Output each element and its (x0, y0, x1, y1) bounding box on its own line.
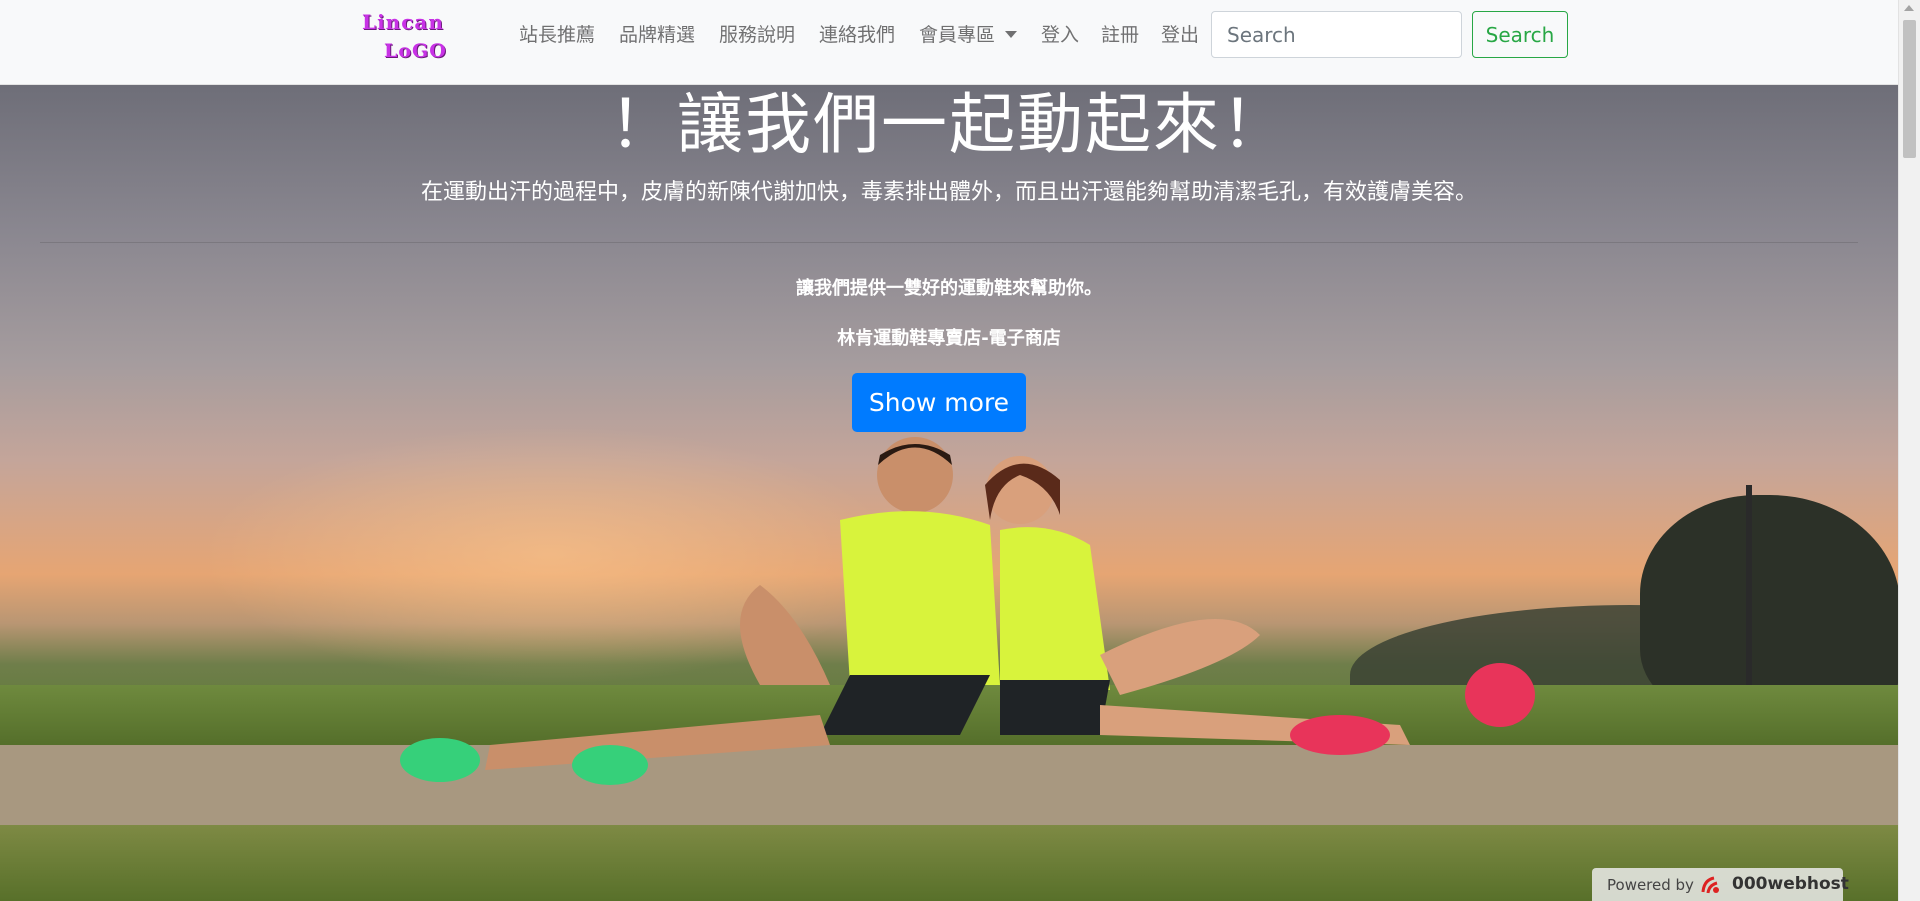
brand-logo-line1: Lincan (362, 10, 444, 34)
nav-item-login[interactable]: 登入 (1041, 22, 1079, 48)
search-button[interactable]: Search (1472, 11, 1568, 58)
hero-lead: 在運動出汗的過程中，皮膚的新陳代謝加快，毒素排出體外，而且出汗還能夠幫助清潔毛孔… (420, 180, 1477, 205)
brand-logo-line2: LoGO (384, 40, 447, 62)
powered-by-badge[interactable]: Powered by 000webhost (1592, 868, 1849, 901)
show-more-button[interactable]: Show more (852, 373, 1026, 432)
nav-item-services[interactable]: 服務說明 (719, 22, 795, 48)
hero-couple-image (400, 437, 1535, 785)
nav-item-recommend[interactable]: 站長推薦 (519, 22, 595, 48)
scroll-up-arrow-icon[interactable] (1904, 5, 1914, 11)
hero-title: ！讓我們一起動起來！ (609, 86, 1289, 163)
nav-item-register[interactable]: 註冊 (1101, 22, 1139, 48)
hero-tagline: 讓我們提供一雙好的運動鞋來幫助你。 (796, 278, 1102, 299)
nav-item-member-dropdown[interactable]: 會員專區 (919, 22, 1018, 48)
nav-item-logout[interactable]: 登出 (1161, 22, 1199, 48)
vertical-scrollbar[interactable] (1898, 0, 1920, 901)
hero-store-name: 林肯運動鞋專賣店-電子商店 (837, 328, 1061, 349)
webhost-brand-label: 000webhost (1732, 874, 1849, 894)
hero-background-tree (1640, 495, 1898, 715)
search-input[interactable] (1211, 11, 1462, 58)
powered-by-label: Powered by (1607, 876, 1694, 894)
nav-item-brands[interactable]: 品牌精選 (619, 22, 695, 48)
top-navbar: Lincan LoGO 站長推薦 品牌精選 服務說明 連絡我們 會員專區 登入 … (0, 0, 1898, 85)
hero-section: ！讓我們一起動起來！ 在運動出汗的過程中，皮膚的新陳代謝加快，毒素排出體外，而且… (0, 85, 1898, 901)
nav-item-member-label: 會員專區 (919, 24, 996, 46)
scrollbar-thumb[interactable] (1903, 20, 1916, 158)
brand-logo[interactable]: Lincan LoGO (360, 8, 490, 64)
nav-item-contact[interactable]: 連絡我們 (819, 22, 895, 48)
chevron-down-icon (1005, 30, 1018, 38)
webhost-logo-icon (1701, 876, 1719, 894)
hero-divider (40, 242, 1858, 243)
